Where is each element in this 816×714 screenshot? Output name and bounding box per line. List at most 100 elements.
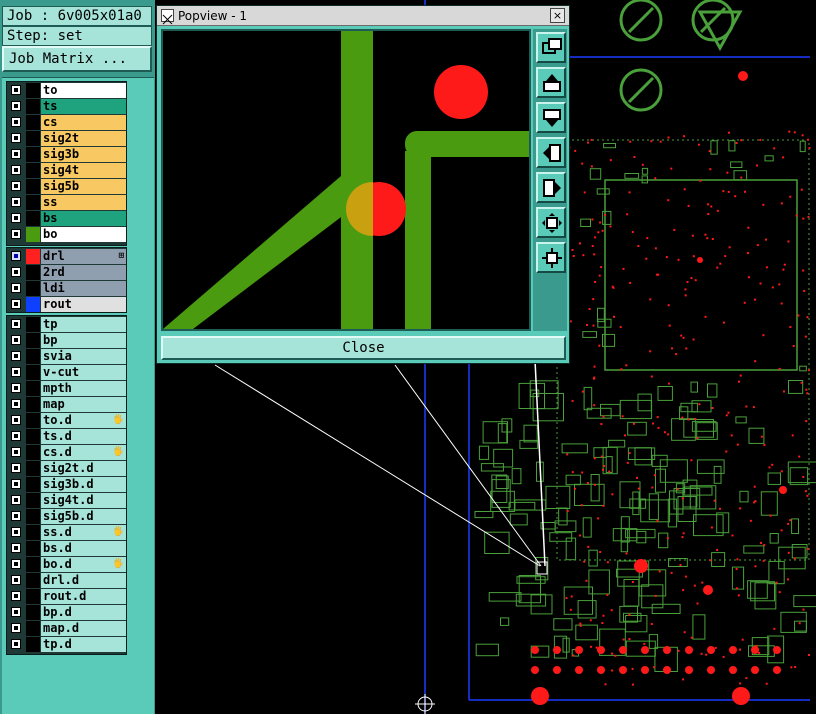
pan-down-button[interactable] <box>536 102 566 133</box>
layer-row-mpth[interactable]: mpth <box>7 381 126 396</box>
layer-checkbox[interactable] <box>11 575 21 585</box>
layer-color-swatch[interactable] <box>26 541 40 556</box>
layer-checkbox[interactable] <box>11 415 21 425</box>
layer-row-sig4t-d[interactable]: sig4t.d <box>7 493 126 508</box>
layer-row-sig3b-d[interactable]: sig3b.d <box>7 477 126 492</box>
layer-name[interactable]: ldi <box>41 281 126 296</box>
layer-name[interactable]: sig4t.d <box>41 493 126 508</box>
layer-color-swatch[interactable] <box>26 621 40 636</box>
layer-name[interactable]: ss <box>41 195 126 210</box>
layer-row-cs[interactable]: cs <box>7 115 126 130</box>
layer-color-swatch[interactable] <box>26 525 40 540</box>
layer-name[interactable]: bs.d <box>41 541 126 556</box>
layer-name[interactable]: sig2t <box>41 131 126 146</box>
layer-color-swatch[interactable] <box>26 211 40 226</box>
layer-row-sig2t-d[interactable]: sig2t.d <box>7 461 126 476</box>
layer-row-to-d[interactable]: to.d 🖐 <box>7 413 126 428</box>
layer-name[interactable]: 2rd <box>41 265 126 280</box>
layer-color-swatch[interactable] <box>26 573 40 588</box>
job-matrix-button[interactable]: Job Matrix ... <box>2 46 152 72</box>
layer-name[interactable]: rout.d <box>41 589 126 604</box>
layer-checkbox[interactable] <box>11 431 21 441</box>
layer-checkbox[interactable] <box>11 383 21 393</box>
layer-name[interactable]: map <box>41 397 126 412</box>
zoom-out-button[interactable] <box>536 242 566 273</box>
layer-row-tp[interactable]: tp <box>7 317 126 332</box>
layer-color-swatch[interactable] <box>26 589 40 604</box>
layer-color-swatch[interactable] <box>26 605 40 620</box>
layer-color-swatch[interactable] <box>26 493 40 508</box>
layer-color-swatch[interactable] <box>26 115 40 130</box>
layer-color-swatch[interactable] <box>26 429 40 444</box>
layer-name[interactable]: bs <box>41 211 126 226</box>
layer-row-ldi[interactable]: ldi <box>7 281 126 296</box>
layer-checkbox[interactable] <box>11 299 21 309</box>
close-icon[interactable]: × <box>550 8 565 23</box>
layer-name[interactable]: to.d 🖐 <box>41 413 126 428</box>
pan-up-button[interactable] <box>536 67 566 98</box>
layer-name[interactable]: sig5b <box>41 179 126 194</box>
layer-checkbox[interactable] <box>11 351 21 361</box>
layer-row-bs[interactable]: bs <box>7 211 126 226</box>
layer-row-svia[interactable]: svia <box>7 349 126 364</box>
layer-color-swatch[interactable] <box>26 131 40 146</box>
layer-color-swatch[interactable] <box>26 83 40 98</box>
zoom-in-button[interactable] <box>536 207 566 238</box>
layer-name[interactable]: sig3b <box>41 147 126 162</box>
layer-name[interactable]: sig5b.d <box>41 509 126 524</box>
layer-row-v-cut[interactable]: v-cut <box>7 365 126 380</box>
layer-checkbox[interactable] <box>11 399 21 409</box>
layer-name[interactable]: bp <box>41 333 126 348</box>
layer-checkbox[interactable] <box>11 229 21 239</box>
layer-row-2rd[interactable]: 2rd <box>7 265 126 280</box>
layer-color-swatch[interactable] <box>26 365 40 380</box>
layer-color-swatch[interactable] <box>26 333 40 348</box>
layer-name[interactable]: sig4t <box>41 163 126 178</box>
layer-row-to[interactable]: to <box>7 83 126 98</box>
layer-color-swatch[interactable] <box>26 461 40 476</box>
layer-name[interactable]: tp.d <box>41 637 126 652</box>
layer-checkbox[interactable] <box>11 463 21 473</box>
layer-name[interactable]: cs.d 🖐 <box>41 445 126 460</box>
layer-checkbox[interactable] <box>11 623 21 633</box>
zoom-fit-button[interactable] <box>536 32 566 63</box>
layer-name[interactable]: bo <box>41 227 126 242</box>
layer-color-swatch[interactable] <box>26 249 40 264</box>
layer-row-ss-d[interactable]: ss.d 🖐 <box>7 525 126 540</box>
layer-name[interactable]: drl ⊞ <box>41 249 126 264</box>
layer-row-bp[interactable]: bp <box>7 333 126 348</box>
layer-checkbox[interactable] <box>11 543 21 553</box>
layer-checkbox[interactable] <box>11 591 21 601</box>
layer-name[interactable]: bp.d <box>41 605 126 620</box>
layer-row-rout-d[interactable]: rout.d <box>7 589 126 604</box>
layer-row-cs-d[interactable]: cs.d 🖐 <box>7 445 126 460</box>
layer-name[interactable]: rout <box>41 297 126 312</box>
layer-row-sig2t[interactable]: sig2t <box>7 131 126 146</box>
layer-row-sig4t[interactable]: sig4t <box>7 163 126 178</box>
layer-checkbox[interactable] <box>11 181 21 191</box>
layer-name[interactable]: drl.d <box>41 573 126 588</box>
layer-color-swatch[interactable] <box>26 227 40 242</box>
layer-row-drl-d[interactable]: drl.d <box>7 573 126 588</box>
layer-row-ts[interactable]: ts <box>7 99 126 114</box>
layer-row-sig5b-d[interactable]: sig5b.d <box>7 509 126 524</box>
layer-checkbox[interactable] <box>11 101 21 111</box>
layer-name[interactable]: svia <box>41 349 126 364</box>
layer-row-map-d[interactable]: map.d <box>7 621 126 636</box>
layer-row-rout[interactable]: rout <box>7 297 126 312</box>
layer-color-swatch[interactable] <box>26 445 40 460</box>
layer-checkbox[interactable] <box>11 527 21 537</box>
layer-color-swatch[interactable] <box>26 297 40 312</box>
layer-checkbox[interactable] <box>11 267 21 277</box>
popview-canvas[interactable] <box>161 29 531 331</box>
layer-name[interactable]: sig2t.d <box>41 461 126 476</box>
layer-checkbox[interactable] <box>11 149 21 159</box>
layer-name[interactable]: to <box>41 83 126 98</box>
layer-color-swatch[interactable] <box>26 281 40 296</box>
layer-color-swatch[interactable] <box>26 99 40 114</box>
layer-row-bp-d[interactable]: bp.d <box>7 605 126 620</box>
layer-name[interactable]: sig3b.d <box>41 477 126 492</box>
layer-name[interactable]: bo.d 🖐 <box>41 557 126 572</box>
layer-color-swatch[interactable] <box>26 265 40 280</box>
layer-checkbox[interactable] <box>11 85 21 95</box>
